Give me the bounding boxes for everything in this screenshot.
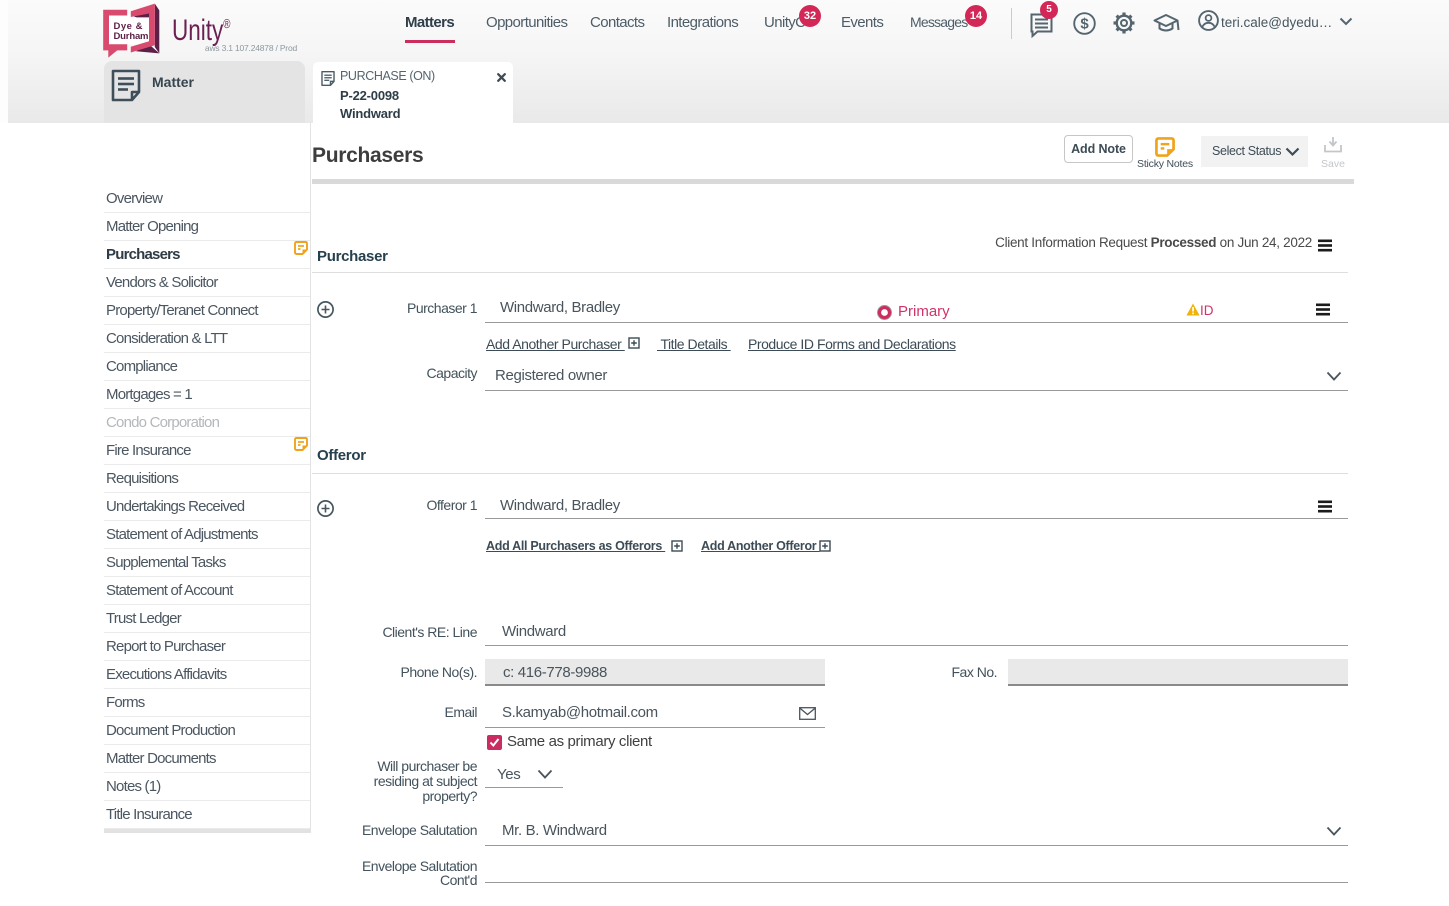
svg-text:$: $: [1080, 16, 1089, 33]
svg-text:Durham: Durham: [114, 31, 149, 42]
svg-text:Dye &: Dye &: [114, 21, 143, 32]
